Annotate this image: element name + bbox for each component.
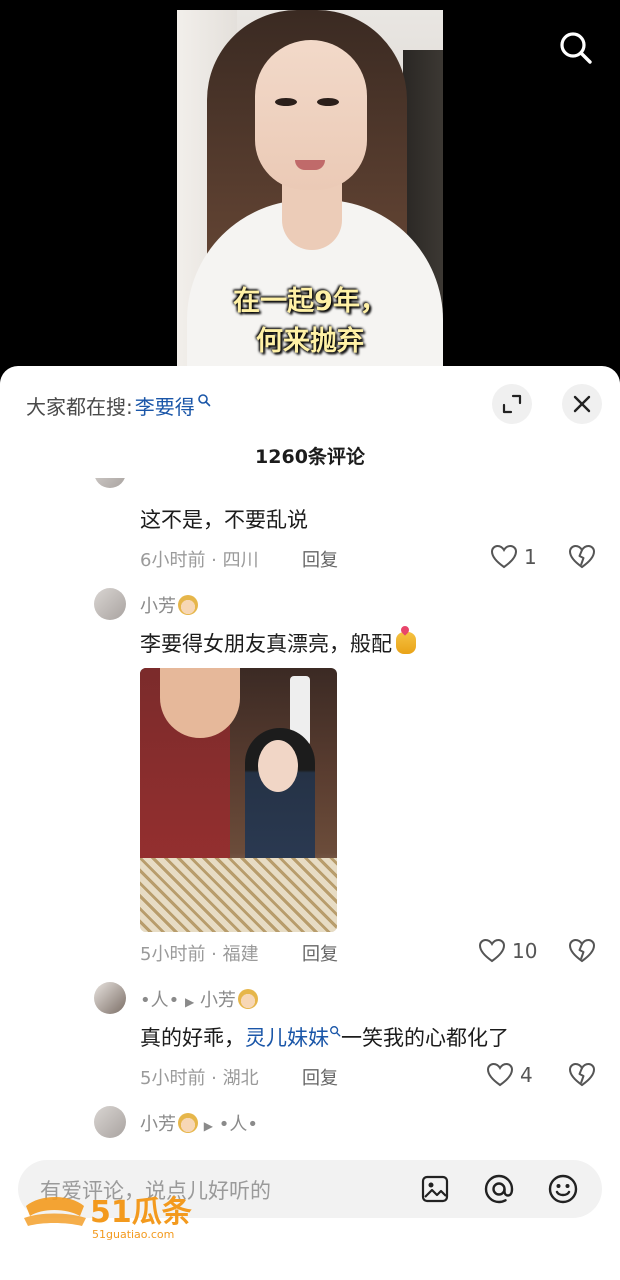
- heart-outline-icon: [486, 1062, 514, 1087]
- reply-button[interactable]: 回复: [302, 940, 338, 966]
- broken-heart-icon: [568, 938, 596, 963]
- broken-heart-icon: [568, 544, 596, 569]
- like-button[interactable]: 4: [486, 1062, 533, 1088]
- comment-username[interactable]: 小芳: [140, 592, 198, 618]
- user-badge-icon: [237, 989, 258, 1009]
- comment-meta: 5小时前 · 湖北: [140, 1068, 259, 1089]
- comment-image[interactable]: [140, 668, 337, 932]
- svg-text:51瓜条: 51瓜条: [90, 1195, 192, 1230]
- avatar[interactable]: [94, 478, 126, 488]
- comment-meta: 6小时前 · 四川: [140, 550, 259, 571]
- image-detail-counter: [140, 858, 337, 932]
- like-button[interactable]: 1: [490, 544, 537, 570]
- reply-button[interactable]: 回复: [302, 546, 338, 572]
- finger-heart-emoji-icon: [396, 632, 416, 654]
- dislike-button[interactable]: [568, 938, 596, 968]
- reply-arrow-icon: ▶: [184, 995, 195, 1009]
- user-badge-icon: [178, 595, 198, 615]
- avatar[interactable]: [94, 982, 126, 1014]
- comment-meta: 5小时前 · 福建: [140, 944, 259, 965]
- search-icon: [197, 388, 211, 412]
- video-frame: 在一起9年， 何来抛弃: [177, 10, 443, 372]
- site-watermark-logo: 51瓜条 51guatiao.com: [20, 1184, 220, 1244]
- avatar[interactable]: [94, 1106, 126, 1138]
- avatar[interactable]: [94, 588, 126, 620]
- search-icon[interactable]: [556, 28, 596, 68]
- heart-outline-icon: [478, 938, 506, 963]
- video-person-eye: [317, 98, 339, 106]
- close-button[interactable]: [562, 384, 602, 424]
- svg-text:51guatiao.com: 51guatiao.com: [92, 1228, 174, 1241]
- broken-heart-icon: [568, 1062, 596, 1087]
- image-detail-woman-face: [258, 740, 298, 792]
- video-subtitle: 在一起9年， 何来抛弃: [233, 286, 387, 357]
- mention-link[interactable]: 灵儿妹妹: [245, 1026, 329, 1050]
- comment-count: 1260条评论: [255, 446, 365, 468]
- trending-search-term[interactable]: 李要得: [135, 391, 195, 420]
- at-icon[interactable]: [482, 1172, 516, 1206]
- like-count: 1: [524, 545, 537, 569]
- comment-text: 这不是，不要乱说: [140, 508, 308, 532]
- comment-username[interactable]: 小芳 ▶ •人•: [140, 1110, 258, 1136]
- trending-search[interactable]: 大家都在搜: 李要得: [26, 390, 211, 420]
- expand-icon: [502, 394, 522, 414]
- search-icon: [330, 1026, 341, 1037]
- comment-list[interactable]: 这不是，不要乱说 6小时前 · 四川 回复 1 小芳 李要得女朋友真漂亮，般配 …: [0, 478, 620, 1148]
- dislike-button[interactable]: [568, 544, 596, 574]
- like-count: 10: [512, 939, 538, 963]
- like-button[interactable]: 10: [478, 938, 537, 964]
- comment-sheet: 大家都在搜: 李要得 1260条评论 这不是，不要乱说 6小时前 · 四川 回复: [0, 366, 620, 1280]
- comment-username[interactable]: •人• ▶ 小芳: [140, 986, 258, 1012]
- image-icon[interactable]: [418, 1172, 452, 1206]
- expand-button[interactable]: [492, 384, 532, 424]
- reply-arrow-icon: ▶: [203, 1119, 213, 1133]
- video-person-neck: [282, 180, 342, 250]
- comment-text: 李要得女朋友真漂亮，般配: [140, 628, 416, 658]
- comment-text: 真的好乖，灵儿妹妹 一笑我的心都化了: [140, 1026, 509, 1050]
- user-badge-icon: [178, 1113, 198, 1133]
- video-person-eye: [275, 98, 297, 106]
- like-count: 4: [520, 1063, 533, 1087]
- close-icon: [573, 395, 591, 413]
- comment-input-bar: 有爱评论，说点儿好听的 51瓜条 51guatiao.com: [0, 1146, 620, 1280]
- reply-button[interactable]: 回复: [302, 1064, 338, 1090]
- dislike-button[interactable]: [568, 1062, 596, 1092]
- video-player[interactable]: 在一起9年， 何来抛弃: [0, 0, 620, 380]
- trending-search-prefix: 大家都在搜:: [26, 394, 133, 419]
- emoji-icon[interactable]: [546, 1172, 580, 1206]
- heart-outline-icon: [490, 544, 518, 569]
